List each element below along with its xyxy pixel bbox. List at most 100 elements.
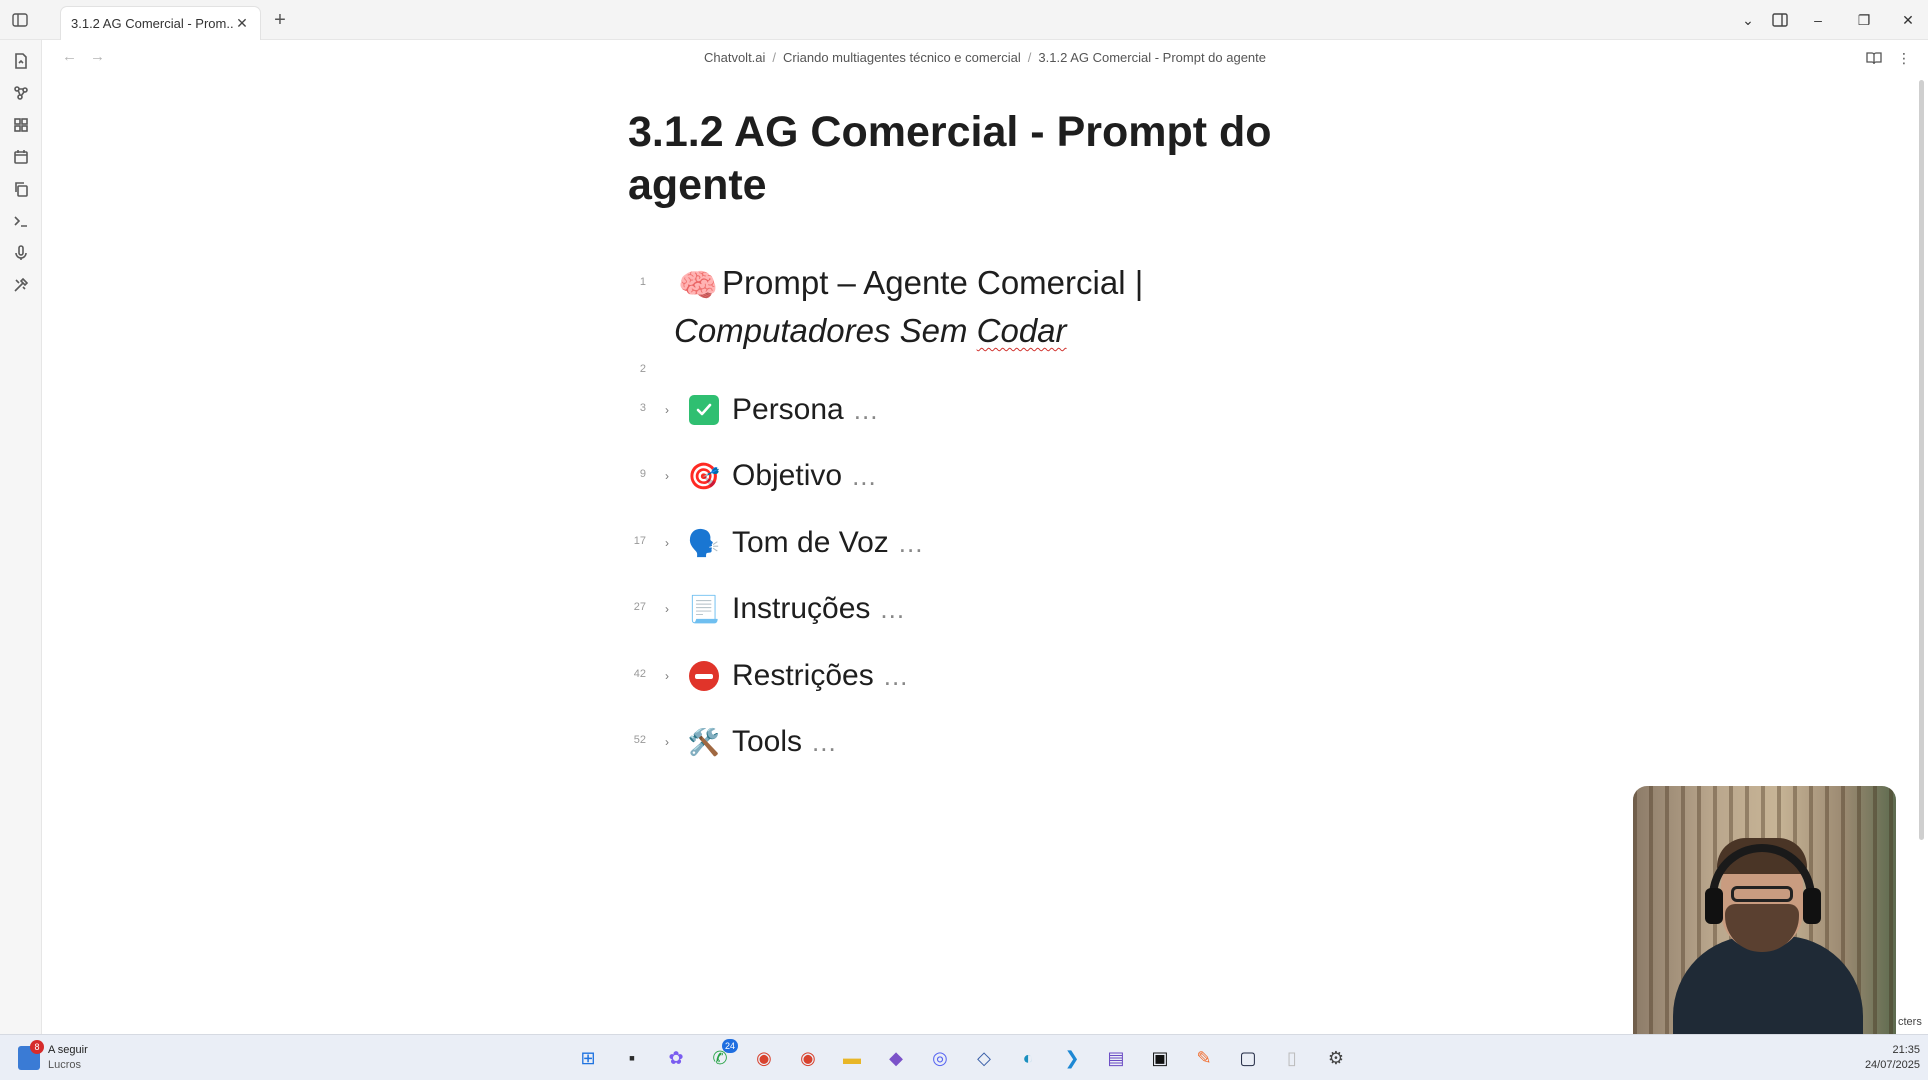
chevron-right-icon[interactable]: › <box>660 469 674 483</box>
left-ribbon <box>0 40 42 1034</box>
scrollbar-thumb[interactable] <box>1919 80 1924 840</box>
section-instrucoes[interactable]: › 📃 Instruções ... <box>660 587 905 631</box>
taskbar-terminal-icon[interactable]: ▪ <box>618 1044 646 1072</box>
microphone-icon[interactable] <box>10 242 32 264</box>
webcam-headset-ear <box>1705 888 1723 924</box>
chevron-right-icon[interactable]: › <box>660 602 674 616</box>
camera-icon: ▢ <box>1239 1047 1257 1068</box>
breadcrumb-separator: / <box>1027 50 1032 65</box>
console-icon: ▣ <box>1151 1047 1169 1068</box>
discord-icon: ◎ <box>932 1047 948 1068</box>
fold-ellipsis[interactable]: ... <box>854 395 879 426</box>
heading-prompt[interactable]: 🧠 Prompt – Agente Comercial | Computadore… <box>674 260 1294 354</box>
taskbar-vscode-icon[interactable]: ❯ <box>1058 1044 1086 1072</box>
chevron-right-icon[interactable]: › <box>660 735 674 749</box>
more-options-icon[interactable]: ⋮ <box>1894 48 1914 68</box>
line-number: 2 <box>639 363 646 375</box>
taskbar-settings-icon[interactable]: ⚙ <box>1322 1044 1350 1072</box>
close-icon[interactable]: ✕ <box>234 15 250 32</box>
line-number: 17 <box>633 535 646 547</box>
restore-button[interactable]: ❐ <box>1846 6 1882 34</box>
edge-icon: ◐ <box>1022 1047 1034 1068</box>
breadcrumb-item-folder[interactable]: Criando multiagentes técnico e comercial <box>783 50 1021 65</box>
webcam-overlay <box>1633 786 1896 1048</box>
terminal-icon[interactable] <box>10 210 32 232</box>
section-objetivo[interactable]: › 🎯 Objetivo ... <box>660 454 877 498</box>
fold-ellipsis[interactable]: ... <box>884 661 909 692</box>
taskbar-discord-icon[interactable]: ◎ <box>926 1044 954 1072</box>
notification-badge: 24 <box>722 1039 738 1053</box>
taskbar-file-explorer-icon[interactable]: ▬ <box>838 1044 866 1072</box>
speaking-head-icon: 🗣️ <box>687 527 721 558</box>
chevron-down-icon[interactable]: ⌄ <box>1730 6 1766 34</box>
taskbar-copilot-icon[interactable]: ✿ <box>662 1044 690 1072</box>
breadcrumb-item-vault[interactable]: Chatvolt.ai <box>704 50 765 65</box>
tab-title: 3.1.2 AG Comercial - Prom... <box>71 16 234 31</box>
fold-ellipsis[interactable]: ... <box>880 594 905 625</box>
calendar-icon[interactable] <box>10 146 32 168</box>
taskbar-edge-icon[interactable]: ◐ <box>1014 1044 1042 1072</box>
window-close-button[interactable]: ✕ <box>1890 6 1926 34</box>
section-tools[interactable]: › 🛠️ Tools ... <box>660 720 837 764</box>
system-clock[interactable]: 21:35 24/07/2025 <box>1840 1043 1920 1073</box>
taskbar-obsidian-icon[interactable]: ◆ <box>882 1044 910 1072</box>
document-icon: 📃 <box>687 593 721 624</box>
chevron-right-icon[interactable]: › <box>660 536 674 550</box>
taskbar-chrome-icon[interactable]: ◉ <box>750 1044 778 1072</box>
target-icon: 🎯 <box>687 460 721 491</box>
taskbar-camera-icon[interactable]: ▢ <box>1234 1044 1262 1072</box>
chrome-icon: ◉ <box>756 1047 772 1068</box>
breadcrumb-separator: / <box>772 50 777 65</box>
taskbar-start-icon[interactable]: ⊞ <box>574 1044 602 1072</box>
graph-view-icon[interactable] <box>10 82 32 104</box>
split-view-icon[interactable] <box>1762 6 1798 34</box>
widgets-button[interactable]: 8 A seguir Lucros <box>18 1040 88 1073</box>
taskbar: 8 A seguir Lucros ⊞ ▪ ✿ ✆ 24 ◉ ◉ ▬ ◆ ◎ ◇ ◐ ❯ ▤ ▣ ✎ ▢ ▯ ⚙ 2… <box>0 1034 1928 1080</box>
taskbar-console-icon[interactable]: ▣ <box>1146 1044 1174 1072</box>
widgets-subtitle: Lucros <box>48 1059 82 1071</box>
section-label: Instruções <box>732 592 871 625</box>
misspelled-word[interactable]: Codar <box>977 312 1067 349</box>
section-label: Restrições <box>732 659 874 692</box>
section-tom-de-voz[interactable]: › 🗣️ Tom de Voz ... <box>660 521 923 565</box>
chevron-right-icon[interactable]: › <box>660 669 674 683</box>
fold-ellipsis[interactable]: ... <box>852 461 877 492</box>
sidebar-toggle-icon[interactable] <box>8 8 32 32</box>
section-persona[interactable]: › Persona ... <box>660 388 878 432</box>
canvas-icon[interactable] <box>10 114 32 136</box>
heading-text: Prompt – Agente Comercial | <box>722 264 1144 301</box>
fold-ellipsis[interactable]: ... <box>899 528 924 559</box>
taskbar-whatsapp-icon[interactable]: ✆ 24 <box>706 1039 738 1072</box>
new-tab-button[interactable]: + <box>268 8 292 32</box>
clapper-icon: ▤ <box>1107 1047 1125 1068</box>
section-label: Objetivo <box>732 459 843 492</box>
taskbar-clapper-icon[interactable]: ▤ <box>1102 1044 1130 1072</box>
section-restricoes[interactable]: › Restrições ... <box>660 654 908 698</box>
taskbar-file-icon[interactable]: ▯ <box>1278 1044 1306 1072</box>
tab-active[interactable]: 3.1.2 AG Comercial - Prom... ✕ <box>60 6 261 40</box>
section-label: Tools <box>732 725 803 758</box>
settings-icon: ⚙ <box>1327 1047 1345 1068</box>
status-bar-text: cters <box>1898 1016 1922 1028</box>
reading-view-icon[interactable] <box>1864 48 1884 68</box>
news-icon: 8 <box>18 1040 44 1070</box>
note-title[interactable]: 3.1.2 AG Comercial - Prompt do agente <box>628 106 1348 212</box>
open-file-icon[interactable] <box>10 50 32 72</box>
webcam-headset-ear <box>1803 888 1821 924</box>
taskbar-tool-icon[interactable]: ✎ <box>1190 1044 1218 1072</box>
minimize-button[interactable]: – <box>1800 6 1836 34</box>
taskbar-network-icon[interactable]: ◇ <box>970 1044 998 1072</box>
breadcrumb-item-note[interactable]: 3.1.2 AG Comercial - Prompt do agente <box>1038 50 1266 65</box>
file-icon: ▯ <box>1287 1047 1297 1068</box>
obsidian-icon: ◆ <box>889 1047 903 1068</box>
chevron-right-icon[interactable]: › <box>660 403 674 417</box>
clock-time: 21:35 <box>1892 1044 1920 1056</box>
tool-icon: ✎ <box>1196 1047 1212 1068</box>
breadcrumb: Chatvolt.ai / Criando multiagentes técnico… <box>42 50 1928 65</box>
taskbar-chrome-profile-icon[interactable]: ◉ <box>794 1044 822 1072</box>
heading-italic-text: Computadores Sem <box>674 312 977 349</box>
tools-icon[interactable] <box>10 274 32 296</box>
clock-date: 24/07/2025 <box>1864 1059 1920 1071</box>
fold-ellipsis[interactable]: ... <box>812 727 837 758</box>
copy-icon[interactable] <box>10 178 32 200</box>
